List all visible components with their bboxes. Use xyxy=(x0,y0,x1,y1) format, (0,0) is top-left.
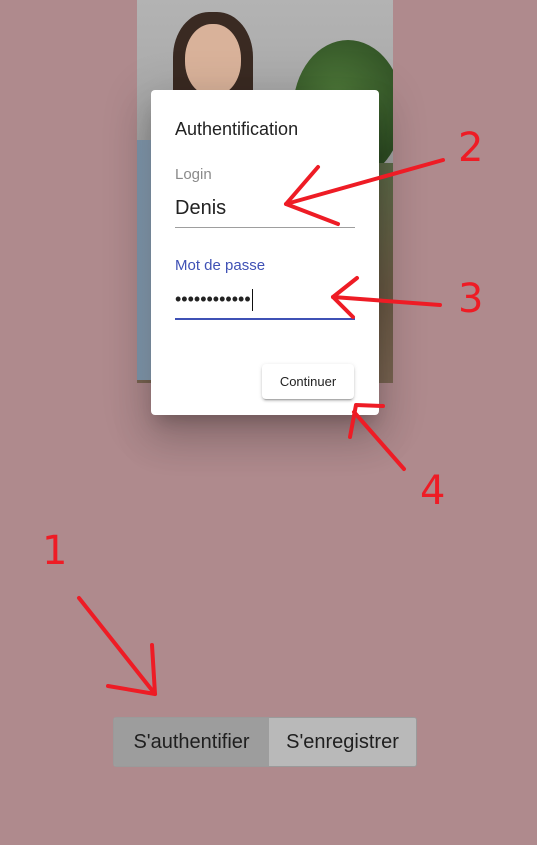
annotation-number-2: 2 xyxy=(458,125,484,171)
login-mode-button[interactable]: S'authentifier xyxy=(114,718,269,766)
login-underline xyxy=(175,227,355,228)
photo-face xyxy=(185,24,241,96)
annotation-number-4: 4 xyxy=(420,468,446,514)
login-label: Login xyxy=(175,166,212,183)
login-field[interactable]: Login Denis xyxy=(175,166,355,228)
password-input[interactable]: •••••••••••• xyxy=(175,286,355,312)
password-dots: •••••••••••• xyxy=(175,289,251,309)
arrow-1-head xyxy=(106,643,157,696)
register-mode-button[interactable]: S'enregistrer xyxy=(269,718,416,766)
auth-mode-toggle: S'authentifier S'enregistrer xyxy=(113,717,417,767)
password-field[interactable]: Mot de passe •••••••••••• xyxy=(175,257,355,320)
login-input[interactable]: Denis xyxy=(175,195,355,221)
auth-dialog: Authentification Login Denis Mot de pass… xyxy=(151,90,379,415)
password-underline xyxy=(175,318,355,320)
continue-button[interactable]: Continuer xyxy=(262,364,354,399)
dialog-title: Authentification xyxy=(175,119,299,139)
password-label: Mot de passe xyxy=(175,257,266,274)
arrow-1 xyxy=(77,596,157,696)
text-caret xyxy=(251,289,253,312)
arrow-4 xyxy=(352,410,406,471)
annotation-number-1: 1 xyxy=(42,528,68,574)
annotation-number-3: 3 xyxy=(458,276,484,322)
